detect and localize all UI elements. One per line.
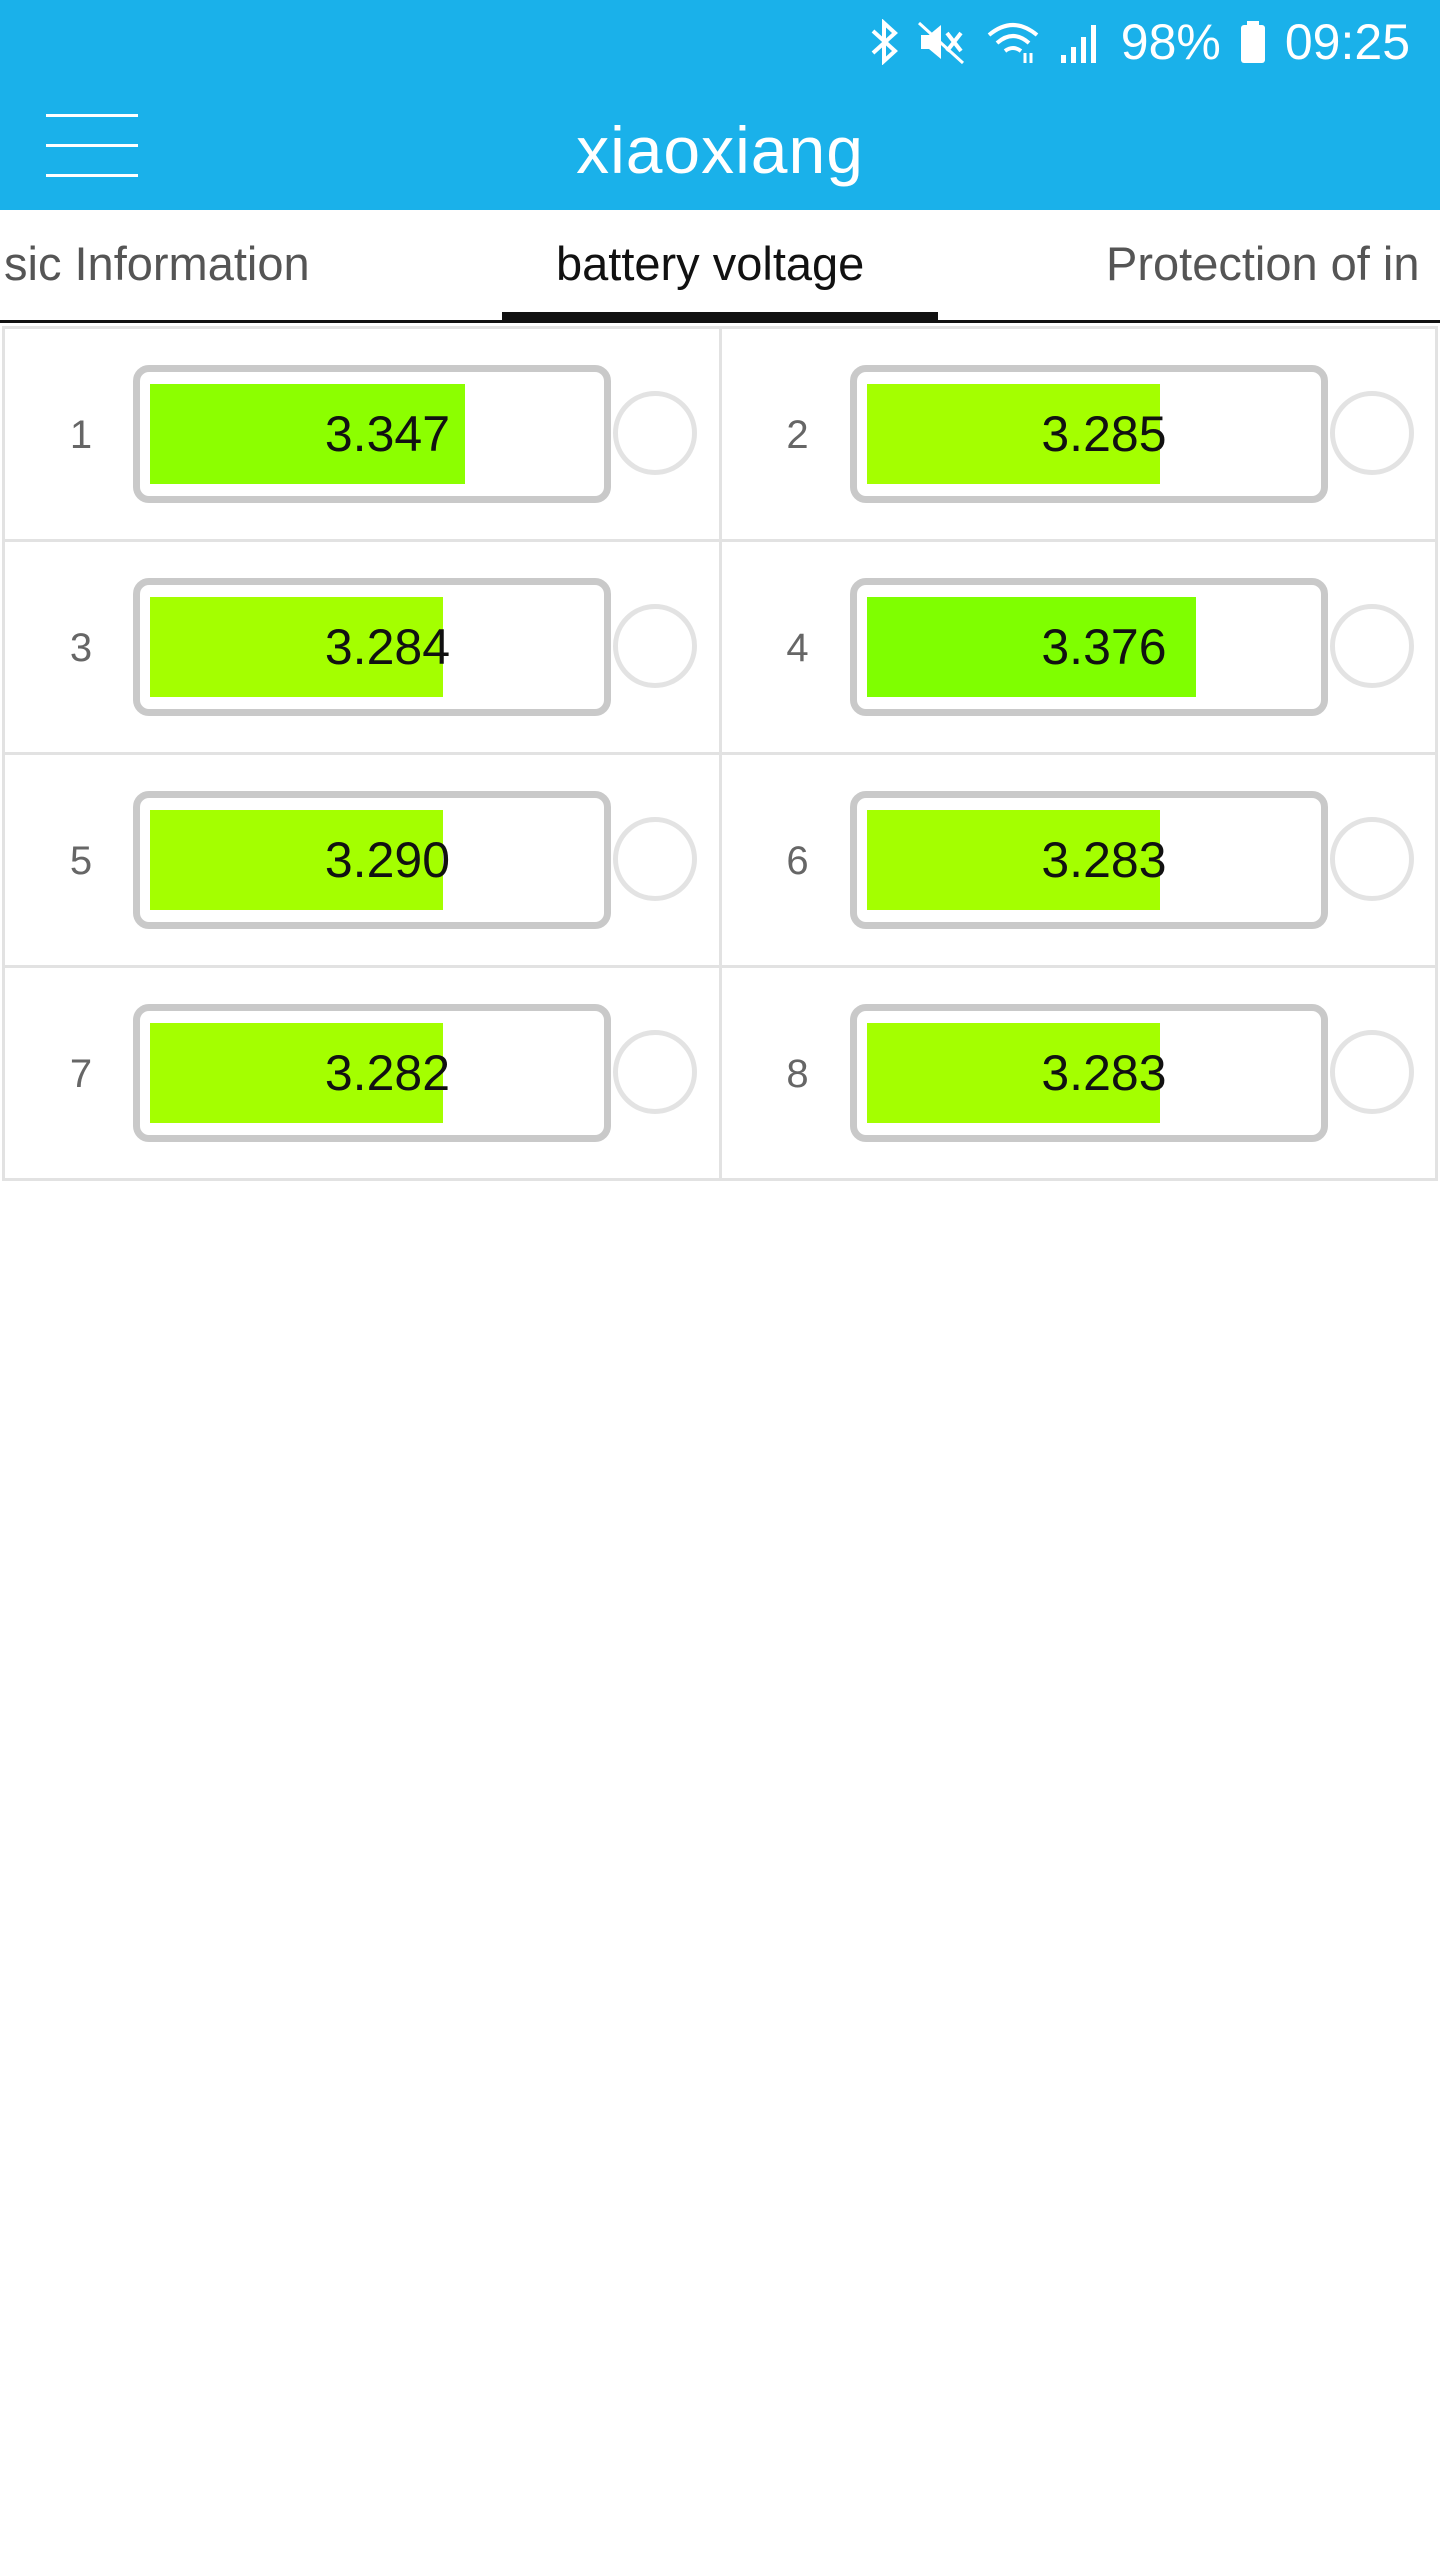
- battery-gauge: 3.290: [133, 791, 611, 929]
- signal-icon: [1059, 19, 1103, 65]
- cell-number: 2: [786, 413, 809, 457]
- cell-voltage-value: 3.347: [324, 406, 450, 462]
- balance-radio[interactable]: [613, 604, 697, 688]
- cell-number: 5: [69, 839, 93, 883]
- cell-voltage-value: 3.283: [1041, 1045, 1167, 1101]
- cell-voltage-item: 2 3.285: [721, 329, 1438, 542]
- tab-protection[interactable]: Protection of in: [1106, 236, 1420, 291]
- grid-row: 7 3.282 8 3.283: [5, 968, 1438, 1181]
- balance-radio[interactable]: [1329, 604, 1414, 688]
- app-bar: xiaoxiang: [0, 84, 1440, 210]
- cell-number: 8: [786, 1052, 809, 1096]
- wifi-icon: [985, 19, 1041, 65]
- cell-voltage-item: 4 3.376: [721, 542, 1438, 755]
- cell-voltage-item: 5 3.290: [5, 755, 722, 968]
- battery-gauge: 3.347: [133, 365, 611, 503]
- top-bar: 98% 09:25 xiaoxiang: [0, 0, 1440, 210]
- cell-voltage-value: 3.283: [1041, 832, 1167, 888]
- cell-voltage-value: 3.285: [1041, 406, 1167, 462]
- cell-number: 7: [69, 1052, 93, 1096]
- battery-gauge: 3.376: [849, 578, 1328, 716]
- cell-number: 3: [69, 626, 93, 670]
- status-bar: 98% 09:25: [0, 0, 1440, 84]
- active-tab-indicator: [502, 312, 938, 320]
- cell-voltage-item: 8 3.283: [721, 968, 1438, 1181]
- cell-voltage-value: 3.282: [324, 1045, 450, 1101]
- app-title: xiaoxiang: [576, 113, 864, 187]
- balance-radio[interactable]: [1329, 391, 1414, 475]
- cell-number: 4: [786, 626, 809, 670]
- battery-gauge: 3.282: [133, 1004, 611, 1142]
- grid-row: 1 3.347 2 3.285: [5, 329, 1438, 542]
- cell-voltage-item: 3 3.284: [5, 542, 722, 755]
- cell-number: 1: [69, 413, 93, 457]
- grid-row: 5 3.290 6 3.283: [5, 755, 1438, 968]
- bluetooth-icon: [869, 19, 899, 65]
- battery-gauge: 3.283: [849, 791, 1328, 929]
- tab-basic-information[interactable]: sic Information: [4, 236, 310, 291]
- balance-radio[interactable]: [613, 391, 697, 475]
- cell-voltage-value: 3.290: [324, 832, 450, 888]
- balance-radio[interactable]: [1329, 817, 1414, 901]
- cell-voltage-value: 3.376: [1041, 619, 1167, 675]
- balance-radio[interactable]: [1329, 1030, 1414, 1114]
- cell-voltage-value: 3.284: [324, 619, 450, 675]
- cell-number: 6: [786, 839, 809, 883]
- battery-gauge: 3.285: [849, 365, 1328, 503]
- cell-voltage-item: 7 3.282: [5, 968, 722, 1181]
- battery-gauge: 3.284: [133, 578, 611, 716]
- battery-gauge: 3.283: [849, 1004, 1328, 1142]
- balance-radio[interactable]: [613, 1030, 697, 1114]
- grid-row: 3 3.284 4 3.376: [5, 542, 1438, 755]
- cell-voltage-item: 6 3.283: [721, 755, 1438, 968]
- battery-icon: [1239, 19, 1267, 65]
- tab-bar: sic Information battery voltage Protecti…: [0, 210, 1440, 323]
- cell-voltage-item: 1 3.347: [5, 329, 722, 542]
- cell-voltage-grid: 1 3.347 2 3.285 3 3.284 4 3.376 5 3.290 …: [2, 326, 1438, 1181]
- battery-percent: 98%: [1120, 14, 1221, 70]
- mute-icon: [917, 19, 967, 65]
- balance-radio[interactable]: [613, 817, 697, 901]
- tab-battery-voltage[interactable]: battery voltage: [556, 236, 864, 291]
- clock: 09:25: [1284, 14, 1410, 70]
